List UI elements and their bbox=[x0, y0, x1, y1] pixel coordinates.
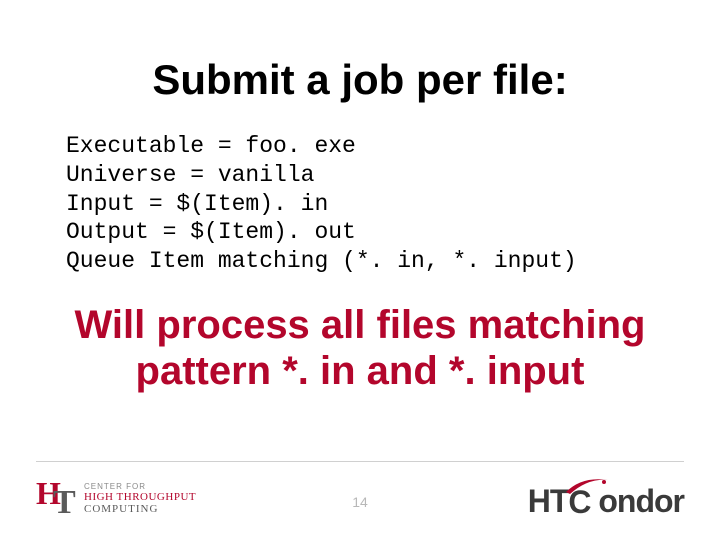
chtc-logo: H T CENTER FOR HIGH THROUGHPUT COMPUTING bbox=[36, 474, 196, 522]
slide-title: Submit a job per file: bbox=[0, 56, 720, 104]
matching-line-1: Will process all files matching bbox=[75, 303, 646, 347]
matching-line-2: pattern *. in and *. input bbox=[136, 349, 585, 393]
chtc-mark-icon: H T bbox=[36, 477, 78, 519]
divider bbox=[36, 461, 684, 462]
htcondor-logo: HT C ondor bbox=[528, 483, 684, 520]
chtc-line1: CENTER FOR bbox=[84, 482, 196, 491]
chtc-text: CENTER FOR HIGH THROUGHPUT COMPUTING bbox=[84, 482, 196, 515]
slide: Submit a job per file: Executable = foo.… bbox=[0, 0, 720, 540]
chtc-t-letter: T bbox=[53, 486, 76, 520]
chtc-line3: COMPUTING bbox=[84, 503, 196, 515]
htcondor-c-icon: C bbox=[568, 484, 598, 520]
chtc-line2: HIGH THROUGHPUT bbox=[84, 491, 196, 503]
htcondor-ondor: ondor bbox=[598, 483, 684, 520]
matching-text: Will process all files matching pattern … bbox=[0, 302, 720, 394]
code-block: Executable = foo. exe Universe = vanilla… bbox=[66, 132, 577, 276]
htcondor-ht: HT bbox=[528, 483, 569, 520]
